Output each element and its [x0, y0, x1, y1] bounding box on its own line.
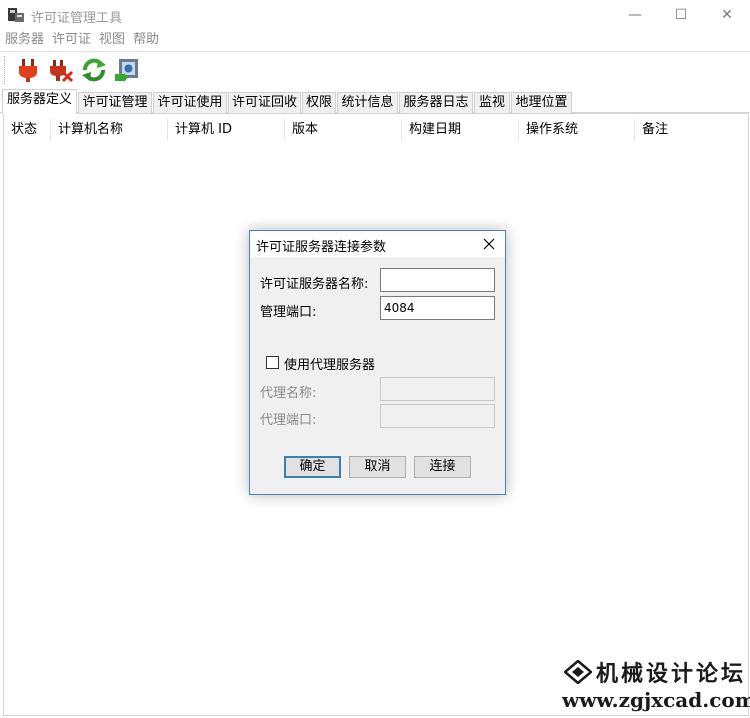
tab-license-management[interactable]: 许可证管理: [78, 92, 152, 113]
column-header-version[interactable]: 版本: [285, 119, 402, 141]
menu-bar: 服务器 许可证 视图 帮助: [0, 30, 750, 50]
server-settings-icon[interactable]: [113, 56, 141, 84]
tab-server-log[interactable]: 服务器日志: [399, 92, 473, 113]
use-proxy-label[interactable]: 使用代理服务器: [284, 354, 375, 373]
tab-statistics[interactable]: 统计信息: [337, 92, 398, 113]
tab-permissions[interactable]: 权限: [302, 92, 336, 113]
tab-strip: 服务器定义 许可证管理 许可证使用 许可证回收 权限 统计信息 服务器日志 监视…: [0, 89, 750, 114]
watermark-title: 机械设计论坛: [596, 661, 747, 687]
menu-item-view[interactable]: 视图: [95, 30, 129, 50]
proxy-port-input[interactable]: [380, 404, 495, 428]
connect-button[interactable]: 连接: [414, 456, 471, 478]
window-titlebar: 许可证管理工具 — ☐ ✕: [0, 0, 750, 30]
column-header-status[interactable]: 状态: [4, 119, 51, 141]
forum-logo-icon: [564, 660, 592, 684]
dialog-title: 许可证服务器连接参数: [256, 240, 387, 255]
app-icon: [8, 8, 24, 22]
admin-port-label: 管理端口:: [260, 305, 317, 320]
column-header-build-date[interactable]: 构建日期: [402, 119, 519, 141]
refresh-icon[interactable]: [80, 56, 108, 84]
column-header-notes[interactable]: 备注: [635, 119, 748, 141]
cancel-button[interactable]: 取消: [349, 456, 406, 478]
ok-button[interactable]: 确定: [284, 456, 341, 478]
dialog-close-button[interactable]: [474, 231, 504, 257]
menu-item-license[interactable]: 许可证: [48, 30, 95, 50]
minimize-button[interactable]: —: [612, 0, 658, 30]
close-button[interactable]: ✕: [704, 0, 750, 30]
site-watermark: 机械设计论坛 www.zgjxcad.com: [556, 656, 750, 716]
server-name-input[interactable]: [380, 268, 495, 292]
toolbar-grip[interactable]: [4, 56, 7, 84]
proxy-name-label: 代理名称:: [260, 386, 317, 401]
window-title: 许可证管理工具: [31, 11, 123, 26]
proxy-port-label: 代理端口:: [260, 413, 317, 428]
minimize-icon: —: [628, 7, 642, 23]
server-name-label: 许可证服务器名称:: [260, 277, 369, 292]
watermark-url: www.zgjxcad.com: [562, 688, 750, 712]
tab-server-definition[interactable]: 服务器定义: [2, 89, 77, 114]
maximize-icon: ☐: [674, 7, 688, 23]
toolbar: [0, 51, 750, 87]
menu-item-server[interactable]: 服务器: [0, 30, 48, 50]
tab-license-recovery[interactable]: 许可证回收: [228, 92, 301, 113]
use-proxy-checkbox[interactable]: [266, 356, 279, 369]
close-icon: [483, 238, 495, 250]
column-header-computer-name[interactable]: 计算机名称: [51, 119, 168, 141]
tab-monitor[interactable]: 监视: [474, 92, 510, 113]
connection-dialog: 许可证服务器连接参数 许可证服务器名称: 管理端口: 4084 使用代理服务器 …: [249, 230, 506, 495]
dialog-titlebar: 许可证服务器连接参数: [250, 231, 505, 257]
column-header-computer-id[interactable]: 计算机 ID: [168, 119, 285, 141]
column-header-os[interactable]: 操作系统: [519, 119, 635, 141]
menu-item-help[interactable]: 帮助: [129, 30, 163, 50]
maximize-button[interactable]: ☐: [658, 0, 704, 30]
tab-geo-location[interactable]: 地理位置: [511, 92, 572, 113]
admin-port-input[interactable]: 4084: [380, 296, 495, 320]
proxy-name-input[interactable]: [380, 377, 495, 401]
plug-connect-icon[interactable]: [14, 56, 42, 84]
tab-license-usage[interactable]: 许可证使用: [153, 92, 227, 113]
close-icon: ✕: [721, 7, 733, 23]
plug-disconnect-icon[interactable]: [47, 56, 75, 84]
